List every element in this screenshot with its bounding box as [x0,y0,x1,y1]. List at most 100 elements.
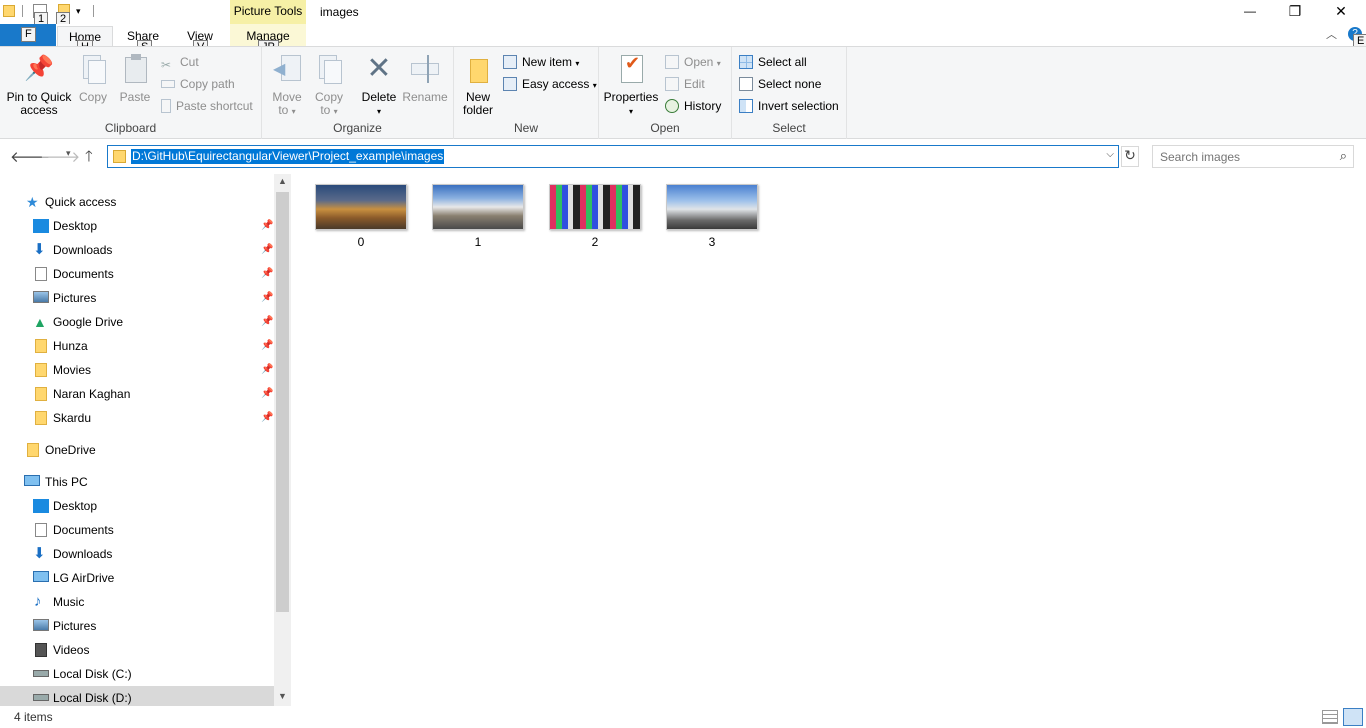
new-folder-label-1: New [465,90,490,104]
copy-to-button[interactable]: Copy to ▾ [310,53,348,118]
folder-icon [35,387,47,401]
properties-button[interactable]: ✔ Properties ▾ [603,53,659,118]
cut-label: Cut [180,55,199,69]
search-input[interactable] [1160,149,1330,164]
nav-pane-scrollbar[interactable]: ▲ ▼ [274,174,291,706]
edit-button[interactable]: Edit [665,74,705,94]
nav-quick-movies[interactable]: Movies 📌 [0,358,274,382]
copy-path-icon [161,80,175,88]
ribbon: 📌 Pin to Quick access Copy Paste ✂ Cut Co… [0,46,1366,139]
cut-button[interactable]: ✂ Cut [161,52,199,72]
image-thumbnail-0 [315,184,407,230]
easy-access-button[interactable]: Easy access ▾ [503,74,597,94]
nav-quick-access[interactable]: ★ Quick access [0,190,274,214]
file-item[interactable]: 0 [313,184,409,249]
details-view-icon[interactable] [1322,710,1338,724]
pin-icon: 📌 [261,412,274,423]
nav-pc-videos[interactable]: Videos [0,638,274,662]
close-button[interactable]: ✕ [1318,0,1364,24]
nav-quick-google-drive[interactable]: ▲ Google Drive 📌 [0,310,274,334]
nav-pc-desktop-label: Desktop [53,499,98,513]
collapse-ribbon-chevron-icon[interactable]: ︿ [1326,26,1337,42]
document-icon [35,523,47,537]
pin-label-2: access [20,103,58,117]
minimize-button[interactable]: — [1227,0,1273,24]
properties-label: Properties [603,90,659,104]
new-item-button[interactable]: New item ▾ [503,52,579,72]
file-list-area[interactable]: 0 1 2 3 [291,174,1366,706]
nav-pc-downloads[interactable]: ⬇ Downloads [0,542,274,566]
history-button[interactable]: History [665,96,721,116]
copy-to-label-1: Copy [314,90,343,104]
nav-quick-skardu[interactable]: Skardu 📌 [0,406,274,430]
keytip-file: F [21,27,36,42]
address-dropdown-chevron-icon[interactable]: ⌵ [1106,149,1114,160]
open-button[interactable]: Open ▾ [665,52,721,72]
address-path[interactable]: D:\GitHub\EquirectangularViewer\Project_… [131,149,445,164]
nav-pc-desktop[interactable]: Desktop [0,494,274,518]
delete-button[interactable]: ✕ Delete ▾ [356,53,402,118]
window-title: images [320,5,359,19]
nav-quick-pictures[interactable]: Pictures 📌 [0,286,274,310]
image-thumbnail-3 [666,184,758,230]
recent-locations-chevron-icon[interactable]: ▾ [66,148,71,159]
scroll-up-arrow-icon[interactable]: ▲ [278,176,287,186]
rename-icon [409,53,441,85]
select-all-button[interactable]: Select all [739,52,807,72]
move-to-button[interactable]: ◀ Move to ▾ [268,53,306,118]
file-item[interactable]: 1 [430,184,526,249]
film-icon [35,643,47,657]
nav-quick-hunza[interactable]: Hunza 📌 [0,334,274,358]
invert-selection-button[interactable]: Invert selection [739,96,839,116]
nav-pc-pictures[interactable]: Pictures [0,614,274,638]
refresh-icon[interactable]: ↻ [1121,146,1139,167]
scroll-thumb[interactable] [276,192,289,612]
copy-path-button[interactable]: Copy path [161,74,235,94]
address-bar[interactable]: D:\GitHub\EquirectangularViewer\Project_… [107,145,1119,168]
paste-button[interactable]: Paste [116,53,154,104]
nav-pc-downloads-label: Downloads [53,547,113,561]
nav-pc-music[interactable]: ♪ Music [0,590,274,614]
file-item[interactable]: 2 [547,184,643,249]
new-folder-button[interactable]: New folder [458,53,498,117]
file-name: 2 [591,235,599,249]
nav-quick-naran-kaghan[interactable]: Naran Kaghan 📌 [0,382,274,406]
forward-arrow-icon[interactable]: 🡒 [40,147,80,166]
new-group-label: New [513,121,538,135]
rename-button[interactable]: Rename [402,53,448,104]
nav-pc-lg-airdrive[interactable]: LG AirDrive [0,566,274,590]
pin-to-quick-access-button[interactable]: 📌 Pin to Quick access [4,53,74,117]
customize-qat-chevron-icon[interactable]: ▾ [76,6,81,17]
easy-access-icon [503,77,517,91]
drive-icon [33,670,49,677]
nav-pc-documents[interactable]: Documents [0,518,274,542]
nav-quick-documents[interactable]: Documents 📌 [0,262,274,286]
large-icons-view-icon[interactable] [1343,708,1363,726]
pin-icon: 📌 [261,220,274,231]
search-icon[interactable]: ⌕ [1340,148,1347,164]
folder-icon [35,411,47,425]
nav-quick-downloads[interactable]: ⬇ Downloads 📌 [0,238,274,262]
nav-pc-local-disk-c[interactable]: Local Disk (C:) [0,662,274,686]
download-arrow-icon: ⬇ [33,545,46,562]
select-none-button[interactable]: Select none [739,74,821,94]
scroll-down-arrow-icon[interactable]: ▼ [278,691,287,701]
paste-shortcut-label: Paste shortcut [176,99,253,113]
select-group-label: Select [772,121,806,135]
nav-pc-local-disk-d[interactable]: Local Disk (D:) [0,686,274,706]
drive-icon [33,694,49,701]
paste-shortcut-button[interactable]: Paste shortcut [161,96,253,116]
restore-button[interactable]: ❐ [1272,0,1318,24]
copy-button[interactable]: Copy [74,53,112,104]
address-folder-icon [113,150,126,163]
nav-this-pc[interactable]: This PC [0,470,274,494]
nav-quick-desktop[interactable]: Desktop 📌 [0,214,274,238]
search-box[interactable]: ⌕ [1152,145,1354,168]
nav-quick-skardu-label: Skardu [53,411,92,425]
move-to-icon: ◀ [271,53,303,85]
easy-access-dropdown-icon: ▾ [592,81,597,90]
up-arrow-icon[interactable]: 🡑 [85,146,93,171]
nav-pc-local-disk-c-label: Local Disk (C:) [53,667,132,681]
file-item[interactable]: 3 [664,184,760,249]
nav-onedrive[interactable]: OneDrive [0,438,274,462]
